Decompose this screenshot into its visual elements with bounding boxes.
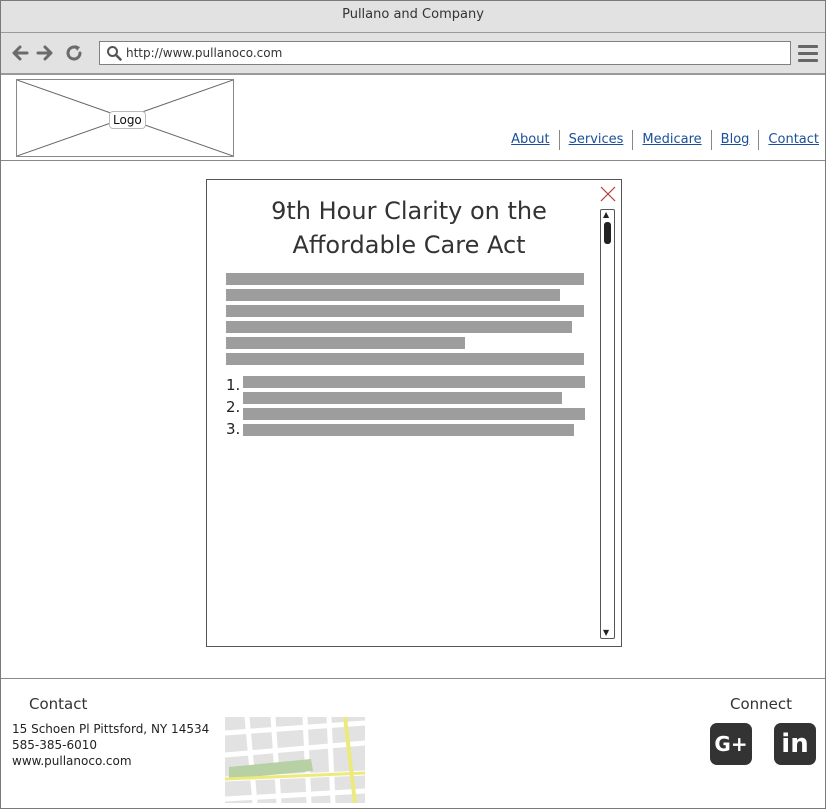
search-icon <box>107 46 122 61</box>
text-placeholder-line <box>226 353 584 365</box>
scroll-down-icon[interactable]: ▼ <box>603 629 609 637</box>
main-nav: About Services Medicare Blog Contact <box>502 130 819 150</box>
article-modal: 9th Hour Clarity on the Affordable Care … <box>206 179 622 647</box>
nav-about-link[interactable]: About <box>502 130 558 150</box>
nav-medicare-link[interactable]: Medicare <box>633 130 710 150</box>
scroll-up-icon[interactable]: ▲ <box>603 211 609 219</box>
text-placeholder-line <box>226 289 560 301</box>
logo-label: Logo <box>109 111 146 129</box>
url-bar[interactable]: http://www.pullanoco.com <box>99 41 791 65</box>
list-item-placeholder <box>243 424 574 436</box>
article-title-line: Affordable Care Act <box>292 231 526 259</box>
list-number: 1. <box>226 376 241 394</box>
text-placeholder-line <box>226 273 584 285</box>
contact-heading: Contact <box>29 695 88 713</box>
vertical-scrollbar[interactable]: ▲ ▼ <box>600 209 615 639</box>
list-item-placeholder <box>243 392 562 404</box>
main-content: 9th Hour Clarity on the Affordable Care … <box>1 161 825 679</box>
article-title-line: 9th Hour Clarity on the <box>271 197 547 225</box>
list-number: 2. <box>226 398 241 416</box>
arrow-left-icon[interactable] <box>9 43 31 63</box>
site-footer: Contact 15 Schoen Pl Pittsford, NY 14534… <box>1 680 825 808</box>
text-placeholder-line <box>226 305 584 317</box>
phone-text: 585-385-6010 <box>12 738 98 752</box>
url-text: http://www.pullanoco.com <box>126 46 283 60</box>
close-icon[interactable] <box>600 186 616 202</box>
google-plus-icon[interactable]: G+ <box>710 723 752 765</box>
nav-blog-link[interactable]: Blog <box>712 130 759 150</box>
list-item-placeholder <box>243 376 585 388</box>
arrow-right-icon[interactable] <box>34 43 56 63</box>
linkedin-icon[interactable]: in <box>774 723 816 765</box>
window-title: Pullano and Company <box>1 1 825 33</box>
reload-icon[interactable] <box>63 43 85 63</box>
website-text: www.pullanoco.com <box>12 754 132 768</box>
browser-window: Pullano and Company http://www.pullanoco… <box>0 0 826 809</box>
nav-services-link[interactable]: Services <box>560 130 633 150</box>
site-header: Logo About Services Medicare Blog Contac… <box>1 76 825 161</box>
browser-toolbar: http://www.pullanoco.com <box>1 33 825 75</box>
article-title: 9th Hour Clarity on the Affordable Care … <box>219 194 599 262</box>
address-text: 15 Schoen Pl Pittsford, NY 14534 <box>12 722 210 736</box>
text-placeholder-line <box>226 321 572 333</box>
hamburger-menu-icon[interactable] <box>798 45 818 63</box>
connect-heading: Connect <box>730 695 793 713</box>
list-item-placeholder <box>243 408 585 420</box>
text-placeholder-line <box>226 337 465 349</box>
scrollbar-thumb[interactable] <box>604 222 611 244</box>
location-map[interactable] <box>225 717 365 803</box>
nav-contact-link[interactable]: Contact <box>759 130 819 150</box>
logo-placeholder[interactable]: Logo <box>16 79 234 157</box>
list-number: 3. <box>226 420 241 438</box>
